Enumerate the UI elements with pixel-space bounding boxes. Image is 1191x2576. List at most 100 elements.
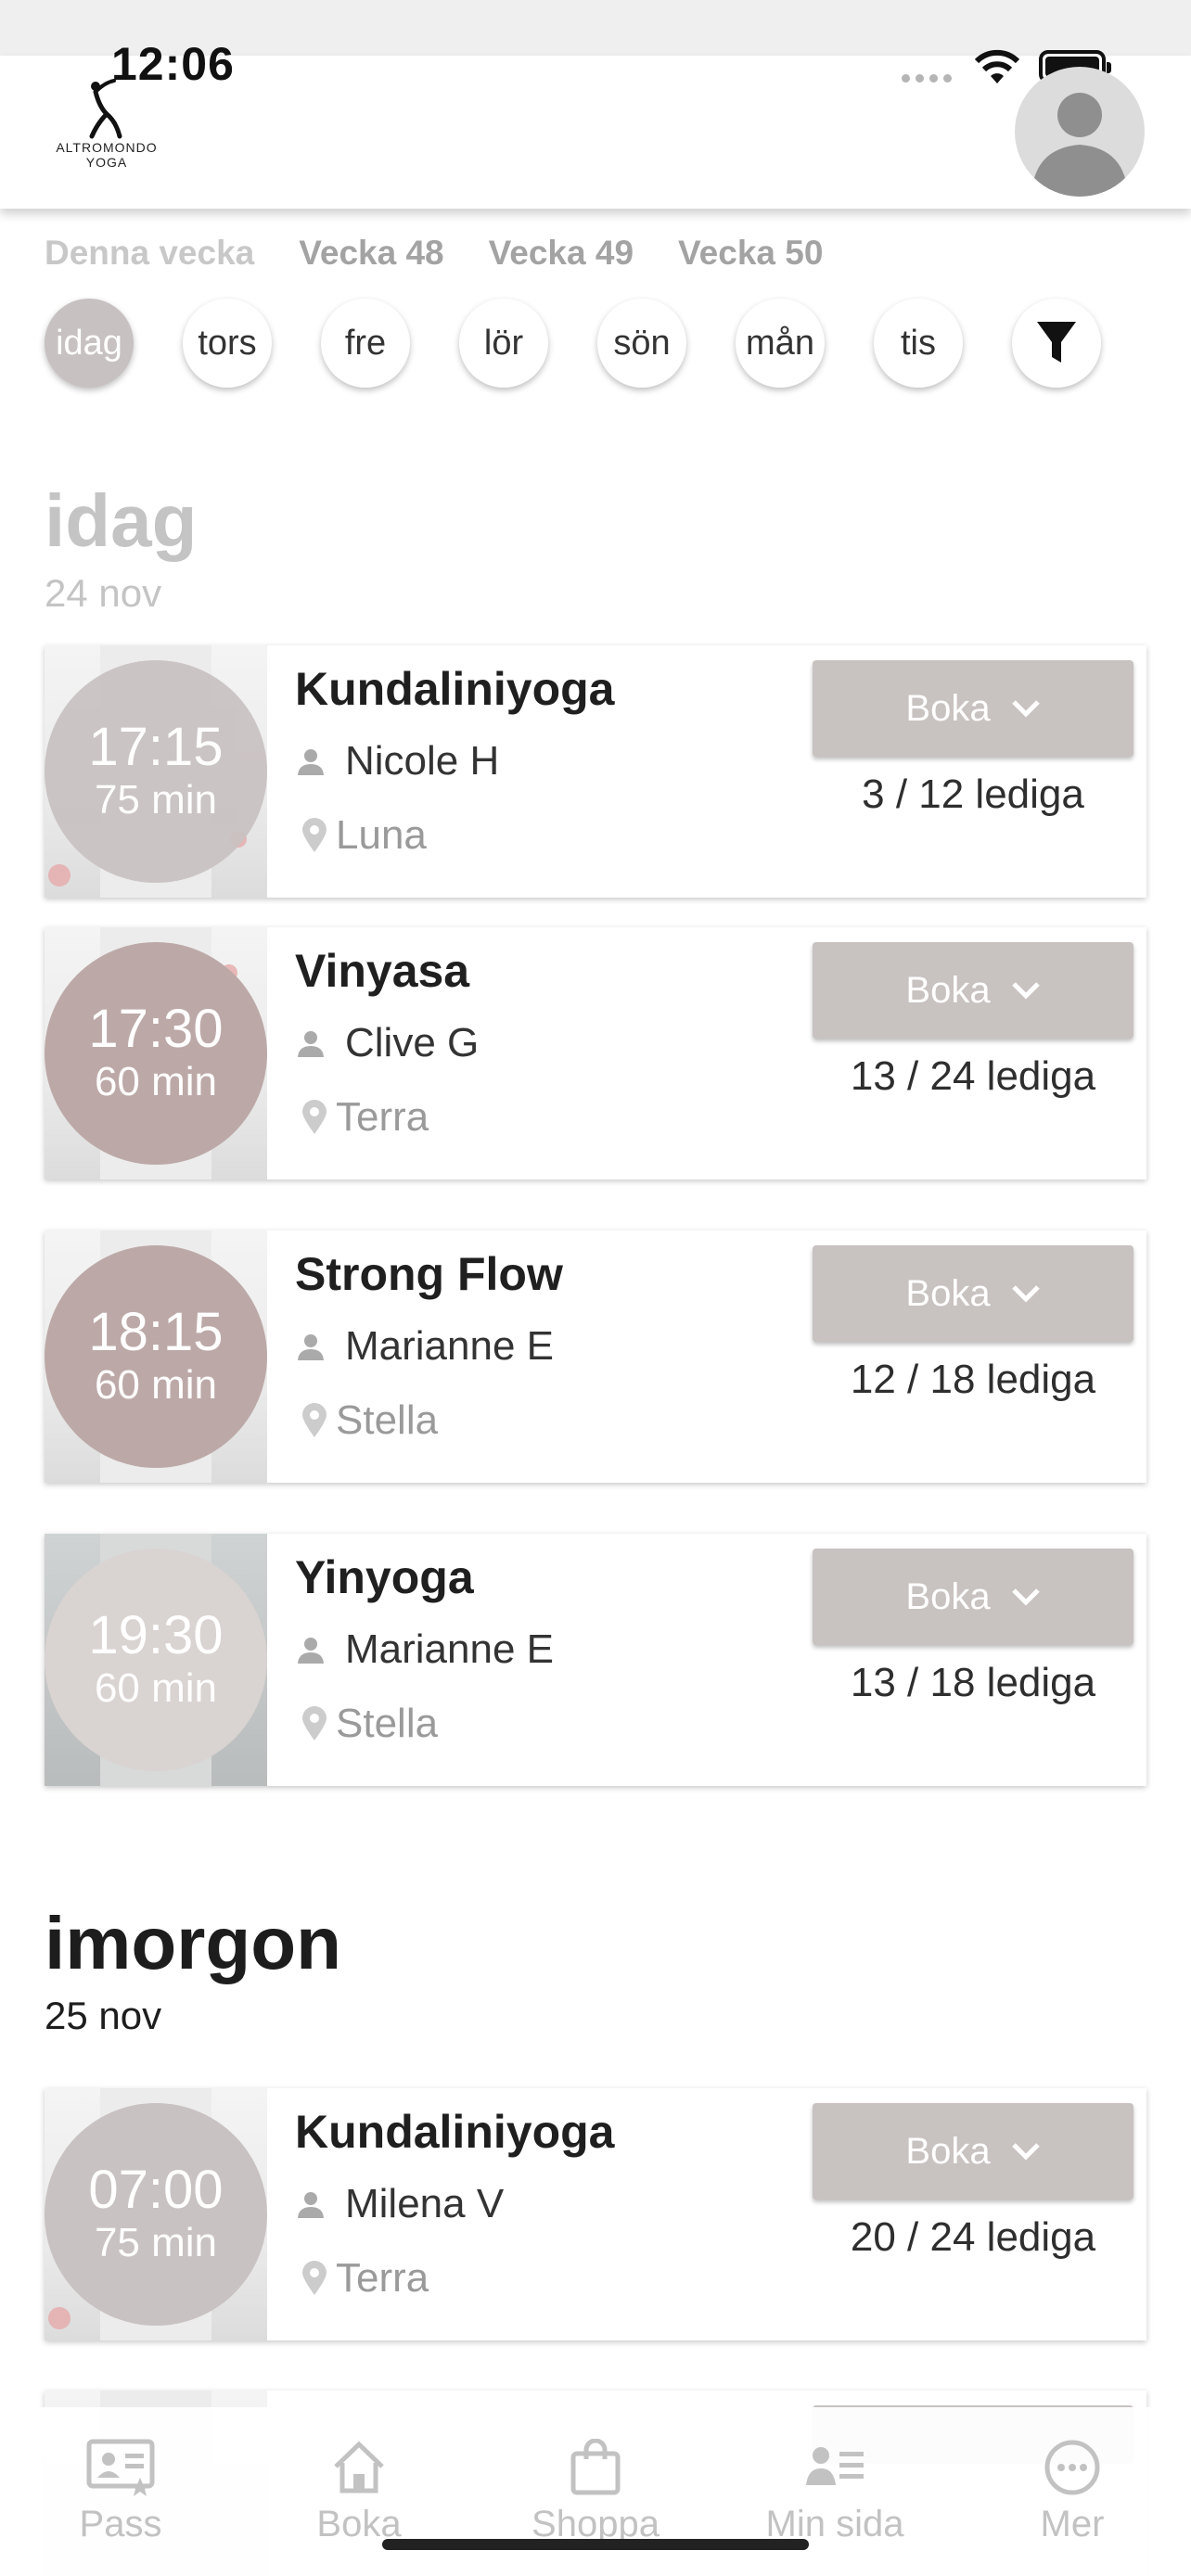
tab-this-week[interactable]: Denna vecka [45,234,254,273]
class-location: Terra [301,2255,429,2302]
class-card[interactable]: 19:30 60 min Yinyoga Marianne E Stella B… [45,1534,1146,1786]
room-name: Terra [336,2255,429,2301]
week-tabs: Denna vecka Vecka 48 Vecka 49 Vecka 50 [45,234,823,273]
class-duration: 60 min [94,1059,218,1104]
person-icon [298,1334,324,1360]
day-chip-sat[interactable]: lör [459,299,548,388]
yoga-figure-icon [89,79,122,139]
day-chip-sun[interactable]: sön [597,299,686,388]
instructor-name: Nicole H [345,738,500,784]
class-duration: 75 min [94,777,218,823]
day-chip-thu[interactable]: tors [183,299,272,388]
book-button[interactable]: Boka [813,660,1133,757]
class-name: Yinyoga [295,1551,474,1603]
class-card[interactable]: 17:30 60 min Vinyasa Clive G Terra Boka … [45,927,1146,1180]
person-icon [298,1031,324,1057]
day-chip-today[interactable]: idag [45,299,134,388]
class-duration: 60 min [94,1362,218,1408]
book-button[interactable]: Boka [813,942,1133,1039]
wifi-icon [972,48,1022,90]
person-icon [298,1638,324,1664]
instructor-name: Marianne E [345,1626,555,1672]
class-time: 17:30 [88,999,224,1059]
tab-week-50[interactable]: Vecka 50 [678,234,823,273]
book-button[interactable]: Boka [813,1245,1133,1342]
book-button[interactable]: Boka [813,2103,1133,2200]
chevron-down-icon [1011,982,1040,1000]
home-indicator [382,2539,809,2550]
day-chip-mon[interactable]: mån [736,299,825,388]
day-chip-tue[interactable]: tis [874,299,963,388]
class-time: 18:15 [88,1302,224,1362]
filter-funnel-icon [1037,322,1076,363]
section-title-today: idag [45,479,198,562]
person-icon [298,749,324,775]
more-dots-icon [1044,2440,1100,2495]
class-name: Vinyasa [295,945,470,997]
signal-icon [902,74,952,83]
location-pin-icon [302,1706,327,1741]
location-pin-icon [302,2261,327,2295]
class-instructor: Marianne E [295,1626,554,1673]
user-list-icon [806,2447,864,2485]
filter-button[interactable] [1012,299,1101,388]
class-duration: 60 min [94,1665,218,1711]
class-name: Kundaliniyoga [295,2106,615,2158]
chevron-down-icon [1011,2143,1040,2161]
class-instructor: Clive G [295,1020,479,1066]
class-card[interactable]: 17:15 75 min Kundaliniyoga Nicole H Luna… [45,645,1146,898]
bottom-tab-bar: Pass Boka Shoppa Min sida Mer [0,2407,1191,2576]
class-card[interactable]: 18:15 60 min Strong Flow Marianne E Stel… [45,1231,1146,1483]
tab-shoppa[interactable]: Shoppa [493,2439,698,2545]
chevron-down-icon [1011,1285,1040,1303]
class-location: Luna [301,812,427,859]
person-icon [298,2192,324,2218]
instructor-name: Clive G [345,1020,480,1065]
instructor-name: Marianne E [345,1323,555,1369]
tab-mer[interactable]: Mer [970,2439,1174,2545]
location-pin-icon [302,818,327,852]
class-time: 07:00 [88,2160,224,2220]
tab-pass[interactable]: Pass [19,2439,223,2545]
chevron-down-icon [1011,700,1040,718]
logo-text-line2: YOGA [85,155,128,170]
book-button-label: Boka [905,687,991,729]
profile-avatar[interactable] [1015,67,1145,197]
class-time: 17:15 [88,717,224,777]
class-location: Terra [301,1094,429,1141]
book-button[interactable]: Boka [813,1549,1133,1645]
shopping-bag-icon [570,2439,621,2495]
tab-week-49[interactable]: Vecka 49 [489,234,634,273]
available-spots: 3 / 12 lediga [862,772,1084,817]
time-badge: 17:15 75 min [45,660,267,883]
location-pin-icon [302,1403,327,1437]
day-chip-fri[interactable]: fre [321,299,410,388]
membership-card-icon [86,2439,155,2496]
section-title-tomorrow: imorgon [45,1902,341,1984]
tab-label: Pass [79,2504,162,2544]
book-button-label: Boka [905,969,991,1011]
class-instructor: Milena V [295,2181,504,2227]
tab-min-sida[interactable]: Min sida [733,2439,937,2545]
class-duration: 75 min [94,2220,218,2265]
class-location: Stella [301,1397,438,1444]
book-button-label: Boka [905,2130,991,2172]
available-spots: 13 / 18 lediga [850,1660,1096,1705]
altromondo-logo: ALTROMONDO YOGA [37,79,176,181]
class-card[interactable]: 07:00 75 min Kundaliniyoga Milena V Terr… [45,2088,1146,2340]
available-spots: 12 / 18 lediga [850,1357,1096,1402]
book-button-label: Boka [905,1272,991,1314]
time-badge: 17:30 60 min [45,942,267,1165]
day-filter-row: idag tors fre lör sön mån tis [45,299,1101,388]
class-name: Kundaliniyoga [295,663,615,715]
room-name: Terra [336,1094,429,1140]
person-silhouette-icon [1031,93,1128,197]
available-spots: 13 / 24 lediga [850,1053,1096,1099]
tab-week-48[interactable]: Vecka 48 [299,234,443,273]
time-badge: 19:30 60 min [45,1549,267,1771]
tab-boka[interactable]: Boka [257,2439,461,2545]
class-location: Stella [301,1701,438,1747]
section-date-today: 24 nov [45,571,162,615]
logo-text-line1: ALTROMONDO [56,140,158,155]
class-instructor: Nicole H [295,738,499,784]
